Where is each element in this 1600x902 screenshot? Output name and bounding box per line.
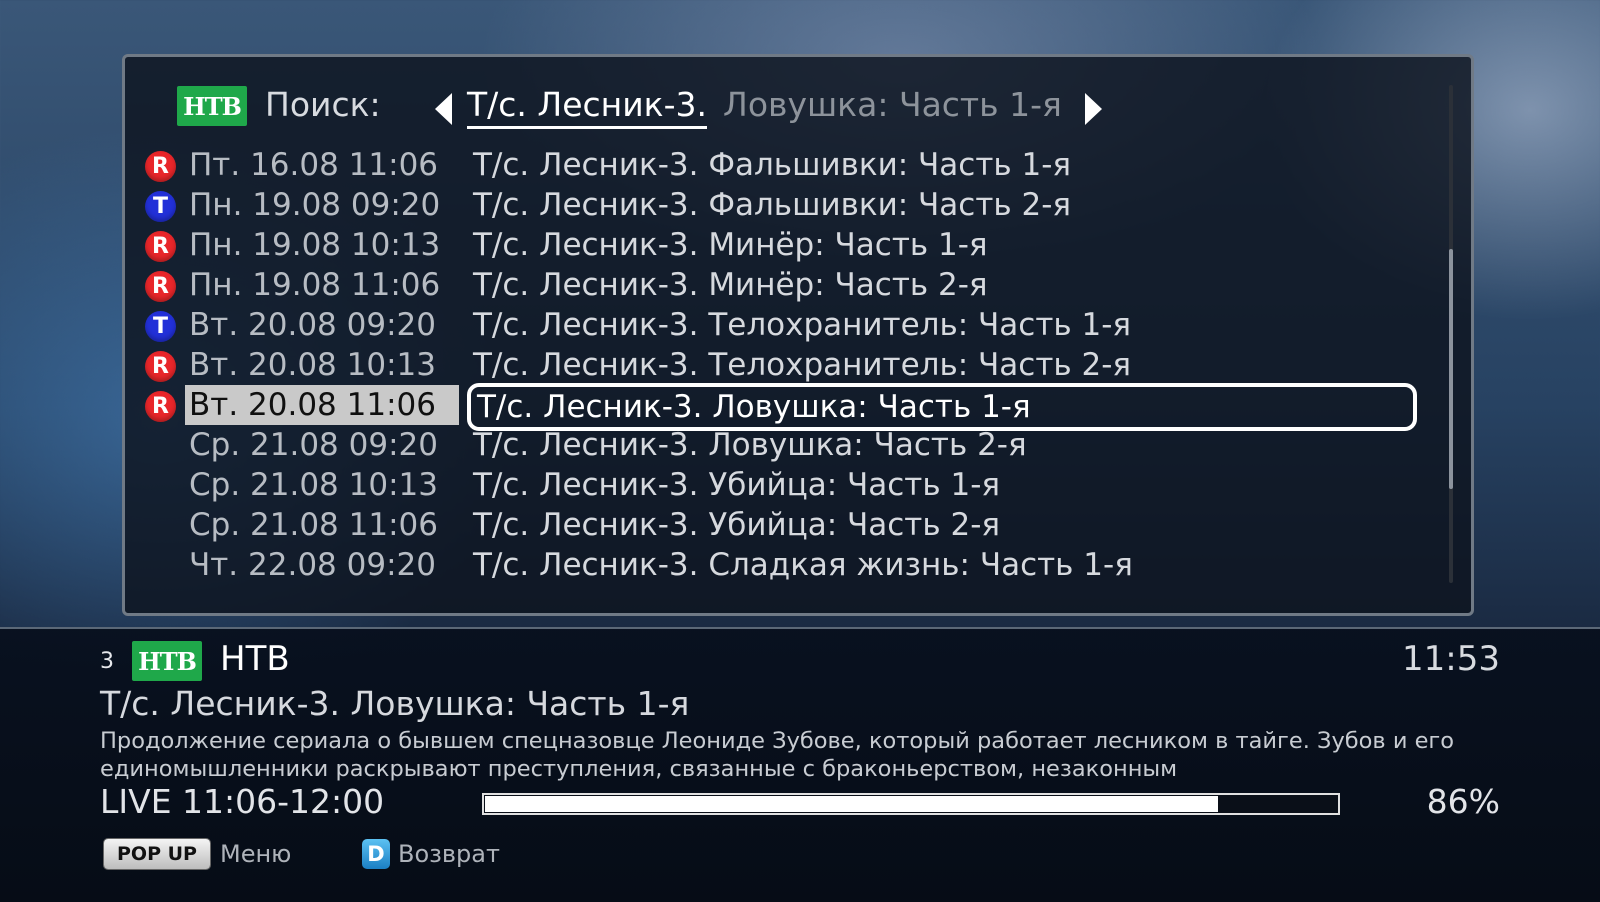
list-item[interactable]: R Пн. 19.08 11:06 Т/с. Лесник-3. Минёр: … xyxy=(145,265,1385,305)
listing-title: Т/с. Лесник-3. Убийца: Часть 2-я xyxy=(473,507,1001,543)
search-query-current[interactable]: Т/с. Лесник-3. xyxy=(467,85,708,129)
record-badge-icon: R xyxy=(145,391,176,422)
popup-button[interactable]: POP UP xyxy=(104,839,210,869)
arrow-right-icon[interactable] xyxy=(1085,93,1102,125)
listing-title: Т/с. Лесник-3. Фальшивки: Часть 1-я xyxy=(473,147,1072,183)
ntv-logo: НТВ xyxy=(132,641,202,681)
search-results-panel: НТВ Поиск: Т/с. Лесник-3. Ловушка: Часть… xyxy=(122,54,1474,616)
list-item[interactable]: R Пн. 19.08 10:13 Т/с. Лесник-3. Минёр: … xyxy=(145,225,1385,265)
description-line: единомышленники раскрывают преступления,… xyxy=(100,756,1178,782)
timer-badge-icon: T xyxy=(145,311,176,342)
listing-title: Т/с. Лесник-3. Сладкая жизнь: Часть 1-я xyxy=(473,547,1133,583)
progress-percent: 86% xyxy=(1426,782,1500,821)
listing-date: Ср. 21.08 09:20 xyxy=(189,427,438,463)
clock: 11:53 xyxy=(1402,639,1500,679)
listing-list: R Пт. 16.08 11:06 Т/с. Лесник-3. Фальшив… xyxy=(145,145,1417,585)
popup-menu-label: Меню xyxy=(220,840,292,868)
timer-badge-icon: T xyxy=(145,191,176,222)
listing-date: Чт. 22.08 09:20 xyxy=(189,547,436,583)
d-button[interactable]: D xyxy=(362,839,390,869)
list-item[interactable]: R Пт. 16.08 11:06 Т/с. Лесник-3. Фальшив… xyxy=(145,145,1385,185)
listing-title: Т/с. Лесник-3. Убийца: Часть 1-я xyxy=(473,467,1001,503)
list-item[interactable]: T Вт. 20.08 09:20 Т/с. Лесник-3. Телохра… xyxy=(145,305,1385,345)
search-bar: НТВ Поиск: Т/с. Лесник-3. Ловушка: Часть… xyxy=(177,83,1337,129)
channel-number: 3 xyxy=(100,649,114,674)
listing-date: Пн. 19.08 09:20 xyxy=(189,187,441,223)
record-badge-icon: R xyxy=(145,231,176,262)
listing-date: Пт. 16.08 11:06 xyxy=(189,147,439,183)
listing-date: Пн. 19.08 11:06 xyxy=(189,267,441,303)
channel-name: НТВ xyxy=(220,639,290,679)
listing-title: Т/с. Лесник-3. Ловушка: Часть 1-я xyxy=(467,383,1417,431)
record-badge-icon: R xyxy=(145,271,176,302)
listing-title: Т/с. Лесник-3. Минёр: Часть 1-я xyxy=(473,227,988,263)
list-item[interactable]: Ср. 21.08 11:06 Т/с. Лесник-3. Убийца: Ч… xyxy=(145,505,1385,545)
listing-title: Т/с. Лесник-3. Ловушка: Часть 2-я xyxy=(473,427,1027,463)
record-badge-icon: R xyxy=(145,351,176,382)
listing-date: Ср. 21.08 10:13 xyxy=(189,467,438,503)
info-bar: 3 НТВ НТВ 11:53 Т/с. Лесник-3. Ловушка: … xyxy=(0,627,1600,902)
listing-title: Т/с. Лесник-3. Минёр: Часть 2-я xyxy=(473,267,988,303)
description-line: Продолжение сериала о бывшем спецназовце… xyxy=(100,728,1455,754)
ntv-logo: НТВ xyxy=(177,86,247,126)
list-item[interactable]: T Пн. 19.08 09:20 Т/с. Лесник-3. Фальшив… xyxy=(145,185,1385,225)
record-badge-icon: R xyxy=(145,151,176,182)
listing-date: Вт. 20.08 09:20 xyxy=(189,307,436,343)
progress-bar xyxy=(482,793,1340,815)
listing-date: Ср. 21.08 11:06 xyxy=(189,507,438,543)
scrollbar[interactable] xyxy=(1449,85,1453,583)
list-item-selected[interactable]: R Вт. 20.08 11:06 Т/с. Лесник-3. Ловушка… xyxy=(145,383,1417,431)
list-item[interactable]: R Вт. 20.08 10:13 Т/с. Лесник-3. Телохра… xyxy=(145,345,1385,385)
list-item[interactable]: Ср. 21.08 09:20 Т/с. Лесник-3. Ловушка: … xyxy=(145,425,1385,465)
progress-bar-fill xyxy=(485,796,1218,812)
program-description: Продолжение сериала о бывшем спецназовце… xyxy=(100,727,1500,783)
live-time: LIVE 11:06-12:00 xyxy=(100,782,385,821)
listing-title: Т/с. Лесник-3. Фальшивки: Часть 2-я xyxy=(473,187,1072,223)
list-item[interactable]: Ср. 21.08 10:13 Т/с. Лесник-3. Убийца: Ч… xyxy=(145,465,1385,505)
list-item[interactable]: Чт. 22.08 09:20 Т/с. Лесник-3. Сладкая ж… xyxy=(145,545,1385,585)
listing-date: Пн. 19.08 10:13 xyxy=(189,227,441,263)
arrow-left-icon[interactable] xyxy=(435,93,452,125)
search-label: Поиск: xyxy=(265,85,381,124)
listing-date: Вт. 20.08 11:06 xyxy=(185,385,459,425)
listing-title: Т/с. Лесник-3. Телохранитель: Часть 1-я xyxy=(473,307,1132,343)
listing-title: Т/с. Лесник-3. Телохранитель: Часть 2-я xyxy=(473,347,1132,383)
search-query-rest[interactable]: Ловушка: Часть 1-я xyxy=(723,85,1062,125)
listing-date: Вт. 20.08 10:13 xyxy=(189,347,436,383)
return-label: Возврат xyxy=(398,840,500,868)
scrollbar-thumb[interactable] xyxy=(1449,249,1453,489)
program-title: Т/с. Лесник-3. Ловушка: Часть 1-я xyxy=(100,684,690,723)
